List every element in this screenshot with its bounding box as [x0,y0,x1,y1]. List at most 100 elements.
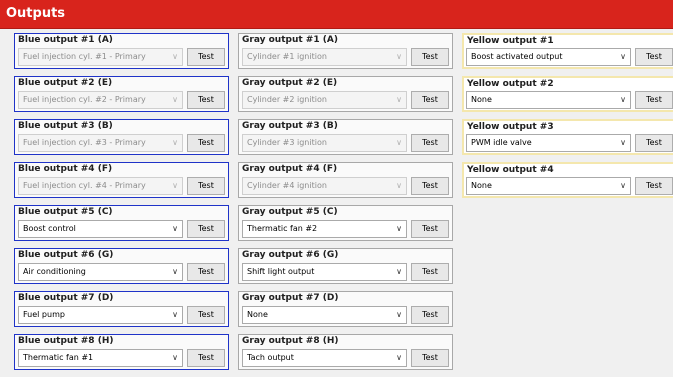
gray-output-6-test-button[interactable]: Test [411,263,449,281]
select-value: Shift light output [247,267,315,276]
chevron-down-icon: ∨ [172,267,178,276]
gray-output-5-label: Gray output #5 (C) [242,207,338,217]
select-value: Fuel injection cyl. #2 - Primary [23,95,146,104]
select-value: None [471,95,492,104]
chevron-down-icon: ∨ [396,52,402,61]
chevron-down-icon: ∨ [620,138,626,147]
select-value: Cylinder #2 ignition [247,95,327,104]
chevron-down-icon: ∨ [620,52,626,61]
yellow-output-3-test-button[interactable]: Test [635,134,673,152]
blue-output-6-label: Blue output #6 (G) [18,250,114,260]
gray-output-1-label: Gray output #1 (A) [242,35,338,45]
blue-output-4-label: Blue output #4 (F) [18,164,113,174]
gray-output-4-panel: Gray output #4 (F) Cylinder #4 ignition ∨ T… [238,162,453,198]
yellow-output-4-test-button[interactable]: Test [635,177,673,195]
blue-output-3-panel: Blue output #3 (B) Fuel injection cyl. #3… [14,119,229,155]
yellow-output-3-select[interactable]: PWM idle valve ∨ [466,134,631,152]
blue-output-6-panel: Blue output #6 (G) Air conditioning ∨ Test [14,248,229,284]
gray-output-5-select[interactable]: Thermatic fan #2 ∨ [242,220,407,238]
blue-output-1-test-button[interactable]: Test [187,48,225,66]
blue-output-5-panel: Blue output #5 (C) Boost control ∨ Test [14,205,229,241]
chevron-down-icon: ∨ [620,95,626,104]
blue-output-3-test-button[interactable]: Test [187,134,225,152]
blue-output-5-select[interactable]: Boost control ∨ [18,220,183,238]
chevron-down-icon: ∨ [172,52,178,61]
gray-output-2-panel: Gray output #2 (E) Cylinder #2 ignition ∨ T… [238,76,453,112]
gray-output-2-label: Gray output #2 (E) [242,78,338,88]
select-value: Tach output [247,353,294,362]
select-value: Cylinder #4 ignition [247,181,327,190]
blue-output-2-label: Blue output #2 (E) [18,78,113,88]
title-bar: Outputs [0,0,673,29]
chevron-down-icon: ∨ [172,138,178,147]
gray-output-3-label: Gray output #3 (B) [242,121,338,131]
gray-output-5-test-button[interactable]: Test [411,220,449,238]
chevron-down-icon: ∨ [396,95,402,104]
gray-output-8-test-button[interactable]: Test [411,349,449,367]
chevron-down-icon: ∨ [620,181,626,190]
blue-output-8-select[interactable]: Thermatic fan #1 ∨ [18,349,183,367]
select-value: PWM idle valve [471,138,532,147]
gray-output-1-test-button[interactable]: Test [411,48,449,66]
select-value: Air conditioning [23,267,86,276]
yellow-output-2-test-button[interactable]: Test [635,91,673,109]
chevron-down-icon: ∨ [396,267,402,276]
select-value: Fuel injection cyl. #3 - Primary [23,138,146,147]
chevron-down-icon: ∨ [172,353,178,362]
yellow-output-1-select[interactable]: Boost activated output ∨ [466,48,631,66]
yellow-output-1-panel: Yellow output #1 Boost activated output ∨ T… [462,33,673,69]
gray-output-7-select[interactable]: None ∨ [242,306,407,324]
gray-output-8-label: Gray output #8 (H) [242,336,339,346]
chevron-down-icon: ∨ [172,95,178,104]
gray-output-5-panel: Gray output #5 (C) Thermatic fan #2 ∨ Test [238,205,453,241]
blue-output-1-select: Fuel injection cyl. #1 - Primary ∨ [18,48,183,66]
gray-output-2-select: Cylinder #2 ignition ∨ [242,91,407,109]
blue-output-8-test-button[interactable]: Test [187,349,225,367]
select-value: Fuel injection cyl. #4 - Primary [23,181,146,190]
select-value: Fuel pump [23,310,65,319]
yellow-output-1-test-button[interactable]: Test [635,48,673,66]
blue-output-5-test-button[interactable]: Test [187,220,225,238]
blue-output-3-label: Blue output #3 (B) [18,121,113,131]
select-value: Cylinder #1 ignition [247,52,327,61]
gray-output-7-label: Gray output #7 (D) [242,293,339,303]
blue-output-4-test-button[interactable]: Test [187,177,225,195]
yellow-output-3-label: Yellow output #3 [467,122,554,132]
chevron-down-icon: ∨ [172,310,178,319]
blue-output-4-select: Fuel injection cyl. #4 - Primary ∨ [18,177,183,195]
select-value: None [247,310,268,319]
gray-output-4-select: Cylinder #4 ignition ∨ [242,177,407,195]
gray-output-7-test-button[interactable]: Test [411,306,449,324]
blue-output-8-panel: Blue output #8 (H) Thermatic fan #1 ∨ Test [14,334,229,370]
gray-output-4-test-button[interactable]: Test [411,177,449,195]
gray-output-6-panel: Gray output #6 (G) Shift light output ∨ Tes… [238,248,453,284]
blue-output-6-test-button[interactable]: Test [187,263,225,281]
blue-output-7-test-button[interactable]: Test [187,306,225,324]
blue-output-7-label: Blue output #7 (D) [18,293,114,303]
blue-output-6-select[interactable]: Air conditioning ∨ [18,263,183,281]
gray-output-6-select[interactable]: Shift light output ∨ [242,263,407,281]
yellow-output-2-select[interactable]: None ∨ [466,91,631,109]
blue-output-2-test-button[interactable]: Test [187,91,225,109]
select-value: Boost control [23,224,76,233]
select-value: Fuel injection cyl. #1 - Primary [23,52,146,61]
gray-output-3-test-button[interactable]: Test [411,134,449,152]
chevron-down-icon: ∨ [396,181,402,190]
blue-output-7-select[interactable]: Fuel pump ∨ [18,306,183,324]
blue-output-7-panel: Blue output #7 (D) Fuel pump ∨ Test [14,291,229,327]
yellow-output-4-select[interactable]: None ∨ [466,177,631,195]
select-value: Cylinder #3 ignition [247,138,327,147]
chevron-down-icon: ∨ [396,353,402,362]
gray-output-8-select[interactable]: Tach output ∨ [242,349,407,367]
blue-output-4-panel: Blue output #4 (F) Fuel injection cyl. #4… [14,162,229,198]
gray-output-3-select: Cylinder #3 ignition ∨ [242,134,407,152]
blue-output-2-panel: Blue output #2 (E) Fuel injection cyl. #2… [14,76,229,112]
gray-output-2-test-button[interactable]: Test [411,91,449,109]
gray-output-7-panel: Gray output #7 (D) None ∨ Test [238,291,453,327]
blue-output-3-select: Fuel injection cyl. #3 - Primary ∨ [18,134,183,152]
select-value: None [471,181,492,190]
blue-output-5-label: Blue output #5 (C) [18,207,113,217]
gray-output-4-label: Gray output #4 (F) [242,164,338,174]
gray-output-8-panel: Gray output #8 (H) Tach output ∨ Test [238,334,453,370]
yellow-output-3-panel: Yellow output #3 PWM idle valve ∨ Test [462,119,673,155]
